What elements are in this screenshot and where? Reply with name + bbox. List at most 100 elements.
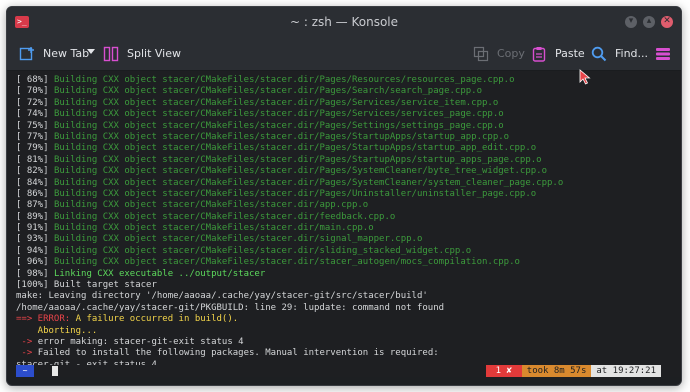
terminal-line: [ 81%] Building CXX object stacer/CMakeF… (16, 155, 681, 166)
minimize-button[interactable]: ▾ (625, 16, 637, 28)
window-title: ~ : zsh — Konsole (289, 15, 399, 29)
terminal-text-segment: Building CXX object stacer/CMakeFiles/st… (53, 177, 564, 188)
terminal-text-segment: [ 98%] (16, 268, 54, 279)
terminal-line: [ 74%] Building CXX object stacer/CMakeF… (16, 109, 681, 120)
close-icon: ✕ (663, 16, 671, 26)
hamburger-menu-icon (655, 46, 671, 62)
new-tab-label: New Tab (43, 47, 90, 60)
search-icon (591, 46, 607, 62)
prompt-right-segments: 1 ✘ took 8m 57s at 19:27:21 (485, 365, 661, 377)
terminal-text-segment: [ 74%] (16, 109, 54, 120)
terminal-text-segment: error making: stacer-git-exit status 4 (37, 336, 244, 347)
maximize-icon: ▴ (646, 16, 652, 26)
terminal-text-segment: Building CXX object stacer/CMakeFiles/st… (53, 245, 472, 256)
terminal-text-segment: Building CXX object stacer/CMakeFiles/st… (53, 131, 510, 142)
terminal-text-segment: [ 91%] (16, 223, 54, 234)
terminal-text-segment: Building CXX object stacer/CMakeFiles/st… (53, 143, 537, 154)
terminal-text-segment: ==> ERROR: (16, 314, 76, 325)
terminal-text-segment: [100%] Built target stacer (16, 280, 157, 291)
terminal-text-segment: [ 82%] (16, 166, 54, 177)
paste-button[interactable]: Paste (531, 37, 585, 70)
paste-label: Paste (555, 47, 585, 60)
terminal-text-segment: Building CXX object stacer/CMakeFiles/st… (53, 188, 537, 199)
find-button[interactable]: Find... (591, 37, 648, 70)
terminal-app-icon: >_ (15, 16, 29, 28)
app-icon-glyph: >_ (17, 17, 27, 26)
find-label: Find... (615, 47, 649, 60)
terminal-text-segment: Linking CXX executable ../output/stacer (53, 268, 266, 279)
terminal-line: [ 84%] Building CXX object stacer/CMakeF… (16, 178, 681, 189)
terminal-text-segment: Building CXX object stacer/CMakeFiles/st… (53, 211, 396, 222)
new-tab-button[interactable]: New Tab (19, 37, 89, 70)
terminal-text-segment: Building CXX object stacer/CMakeFiles/st… (53, 257, 520, 268)
terminal-cursor (52, 366, 58, 376)
terminal-status-line: ~ 1 ✘ took 8m 57s at 19:27:21 (7, 365, 681, 377)
copy-label: Copy (497, 47, 525, 60)
terminal-text-segment: [ 68%] (16, 75, 54, 85)
terminal-line: [ 87%] Building CXX object stacer/CMakeF… (16, 200, 681, 211)
terminal-text-segment: [ 89%] (16, 211, 54, 222)
terminal-text-segment: [ 75%] (16, 120, 54, 131)
terminal-text-segment: [ 87%] (16, 200, 54, 211)
terminal-text-segment: /home/aaoaa/.cache/yay/stacer-git/PKGBUI… (16, 302, 445, 313)
terminal-line: /home/aaoaa/.cache/yay/stacer-git/PKGBUI… (16, 303, 681, 314)
terminal-line: [ 98%] Linking CXX executable ../output/… (16, 269, 681, 280)
window-controls: ▾ ▴ ✕ (625, 16, 673, 28)
terminal-line: -> error making: stacer-git-exit status … (16, 337, 681, 348)
paste-icon (531, 46, 547, 62)
terminal-text-segment: Building CXX object stacer/CMakeFiles/st… (53, 97, 499, 108)
new-tab-dropdown-icon[interactable] (87, 49, 95, 54)
terminal-text-segment: [ 96%] (16, 257, 54, 268)
split-view-button[interactable]: Split View (103, 37, 181, 70)
terminal-line: [ 89%] Building CXX object stacer/CMakeF… (16, 212, 681, 223)
maximize-button[interactable]: ▴ (643, 16, 655, 28)
split-view-label: Split View (127, 47, 181, 60)
terminal-line: [ 86%] Building CXX object stacer/CMakeF… (16, 189, 681, 200)
terminal-text-segment: [ 72%] (16, 97, 54, 108)
terminal-text-segment: [ 79%] (16, 143, 54, 154)
terminal-line: [ 96%] Building CXX object stacer/CMakeF… (16, 257, 681, 268)
terminal-line: ==> ERROR: A failure occurred in build()… (16, 314, 681, 325)
terminal-text-segment: Aborting... (16, 325, 98, 336)
terminal-text-segment: Failed to install the following packages… (37, 348, 439, 359)
terminal-line: -> Failed to install the following packa… (16, 348, 681, 359)
terminal-line: [ 75%] Building CXX object stacer/CMakeF… (16, 121, 681, 132)
prompt-segment: ~ (16, 365, 34, 377)
copy-icon (473, 46, 489, 62)
terminal-line: [ 70%] Building CXX object stacer/CMakeF… (16, 86, 681, 97)
terminal-line: [ 82%] Building CXX object stacer/CMakeF… (16, 166, 681, 177)
terminal-text-segment: [ 94%] (16, 245, 54, 256)
terminal-line: [ 94%] Building CXX object stacer/CMakeF… (16, 246, 681, 257)
terminal-text-segment: -> (16, 348, 38, 359)
terminal-text-segment: [ 77%] (16, 131, 54, 142)
terminal-text-segment: [ 81%] (16, 154, 54, 165)
terminal-output[interactable]: [ 68%] Building CXX object stacer/CMakeF… (7, 71, 681, 370)
konsole-window: >_ ~ : zsh — Konsole ▾ ▴ ✕ New Tab Split… (6, 6, 682, 386)
exit-status-badge: 1 ✘ (485, 365, 522, 377)
terminal-text-segment: [ 70%] (16, 86, 54, 97)
terminal-text-segment: Building CXX object stacer/CMakeFiles/st… (53, 75, 515, 85)
copy-button[interactable]: Copy (473, 37, 525, 70)
clock-badge: at 19:27:21 (591, 365, 661, 377)
terminal-line: [100%] Built target stacer (16, 280, 681, 291)
terminal-line: [ 93%] Building CXX object stacer/CMakeF… (16, 234, 681, 245)
terminal-text-segment: Building CXX object stacer/CMakeFiles/st… (53, 109, 504, 120)
terminal-text-segment: Building CXX object stacer/CMakeFiles/st… (53, 166, 548, 177)
terminal-text-segment: Building CXX object stacer/CMakeFiles/st… (53, 86, 482, 97)
minimize-icon: ▾ (628, 16, 634, 26)
terminal-line: [ 91%] Building CXX object stacer/CMakeF… (16, 223, 681, 234)
command-duration-badge: took 8m 57s (521, 365, 592, 377)
terminal-text-segment: make: Leaving directory '/home/aaoaa/.ca… (16, 291, 428, 302)
mouse-pointer-icon (579, 69, 591, 85)
hamburger-menu-button[interactable] (655, 37, 671, 70)
title-bar[interactable]: >_ ~ : zsh — Konsole ▾ ▴ ✕ (7, 7, 681, 37)
terminal-line: make: Leaving directory '/home/aaoaa/.ca… (16, 291, 681, 302)
terminal-text-segment: Building CXX object stacer/CMakeFiles/st… (53, 223, 374, 234)
terminal-text-segment: [ 84%] (16, 177, 54, 188)
split-view-icon (103, 46, 119, 62)
close-button[interactable]: ✕ (661, 16, 673, 28)
terminal-text-segment: A failure occurred in build(). (75, 314, 239, 325)
terminal-line: [ 77%] Building CXX object stacer/CMakeF… (16, 132, 681, 143)
terminal-text-segment: Building CXX object stacer/CMakeFiles/st… (53, 154, 542, 165)
terminal-text-segment: -> (16, 336, 38, 347)
